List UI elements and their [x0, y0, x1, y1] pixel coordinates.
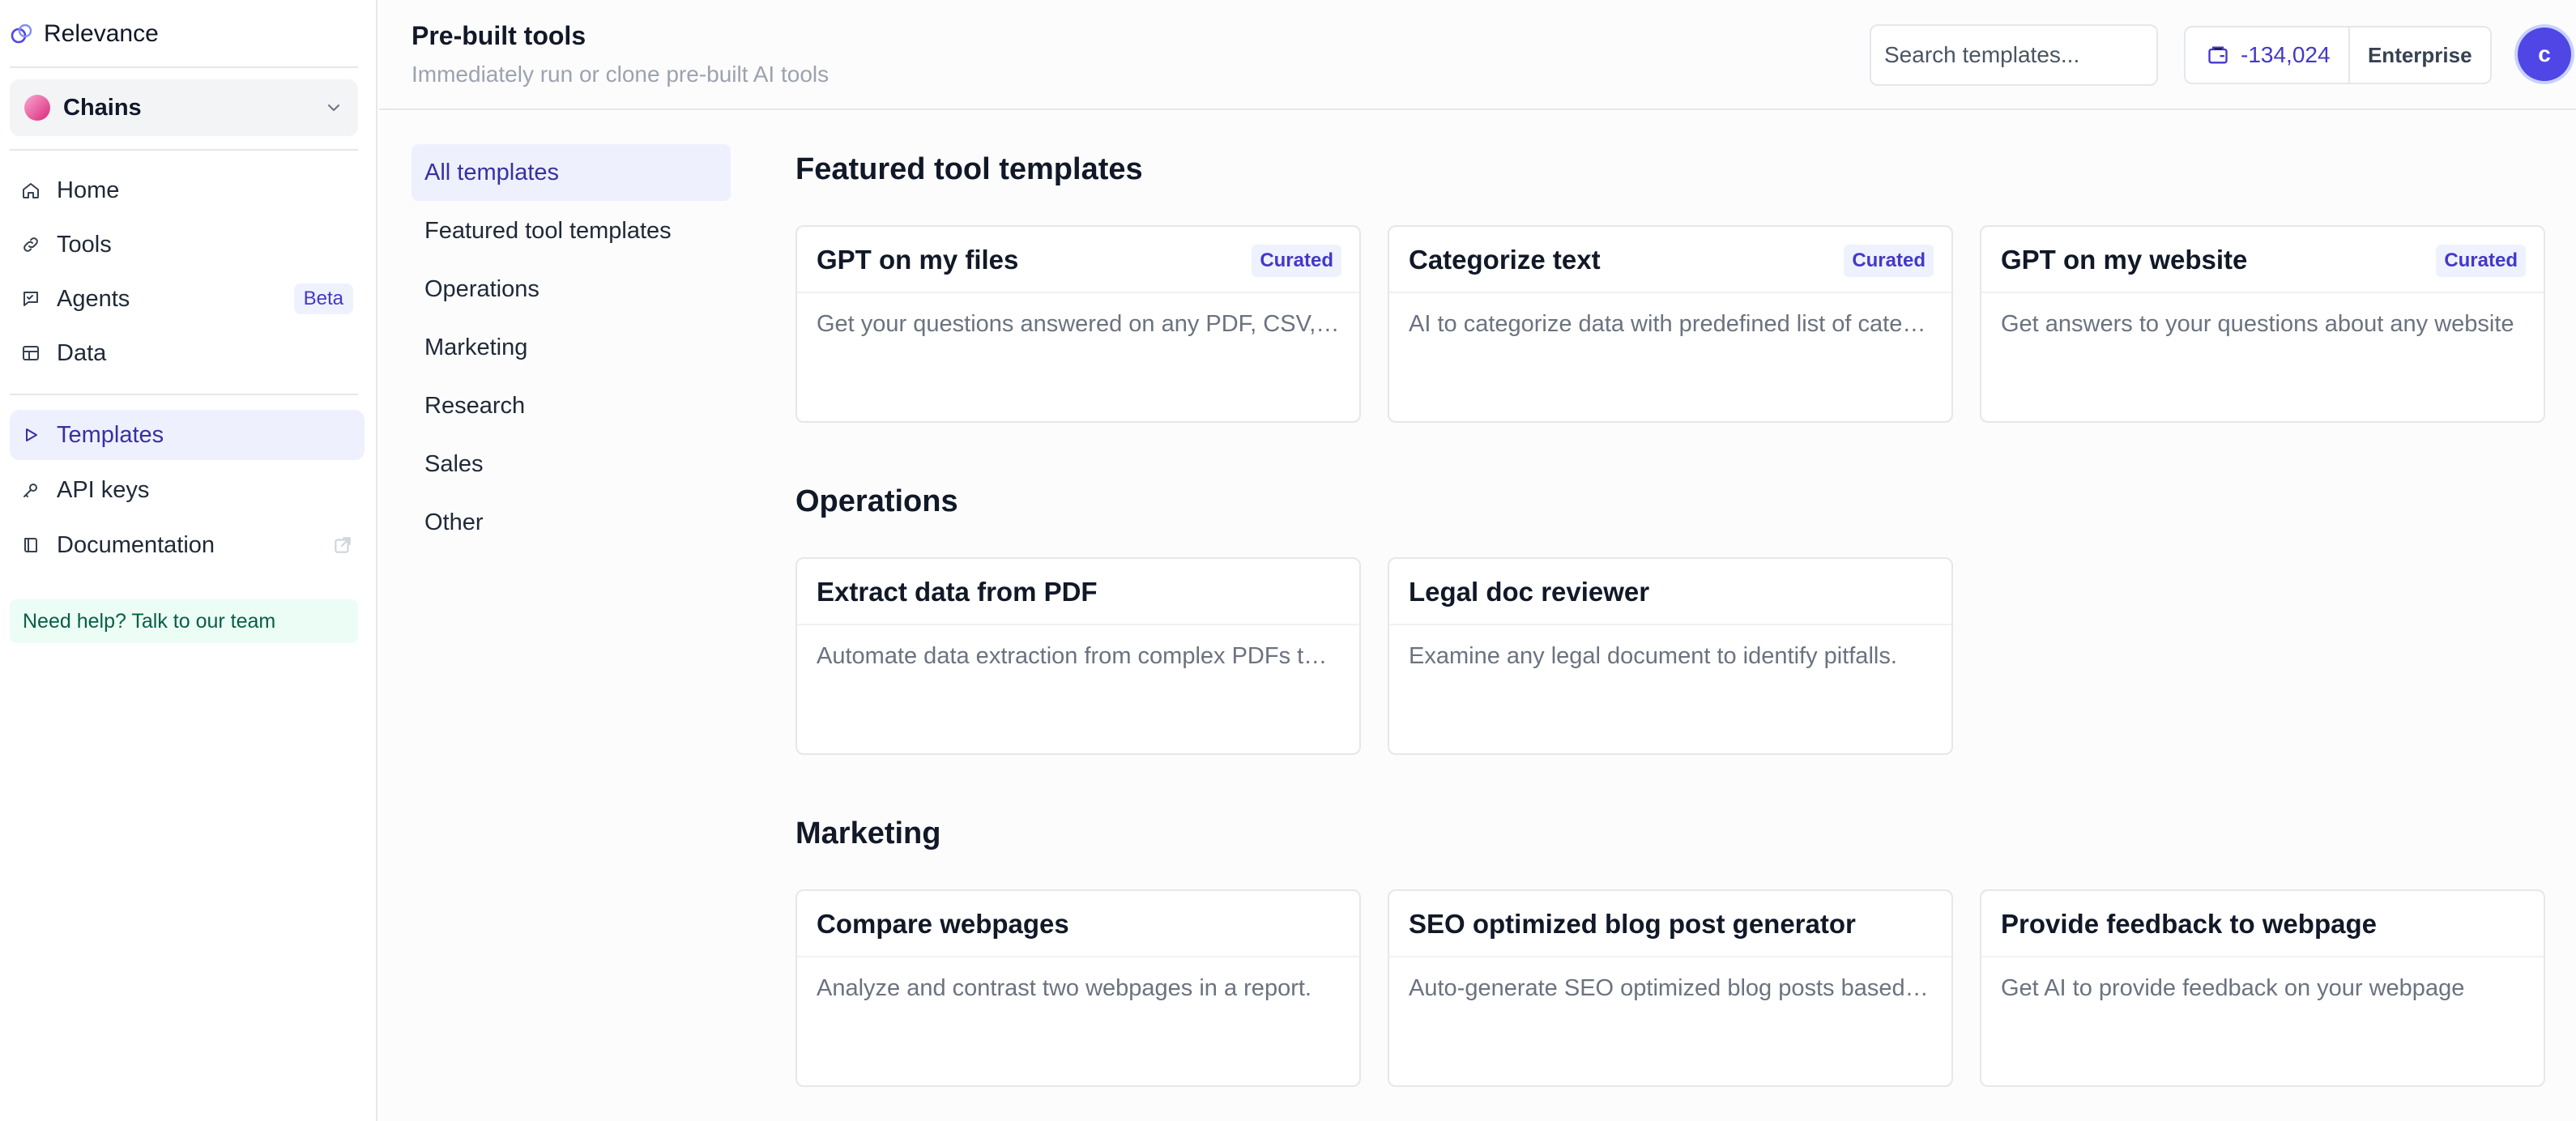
card-divider [797, 292, 1359, 293]
project-avatar-icon [24, 95, 50, 121]
nav-label: API keys [57, 476, 150, 503]
page-subtitle: Immediately run or clone pre-built AI to… [412, 62, 830, 87]
card-divider [797, 624, 1359, 625]
project-name: Chains [63, 94, 142, 121]
category-sales[interactable]: Sales [412, 436, 731, 492]
card-description: Examine any legal document to identify p… [1409, 643, 1897, 669]
card-description: Get your questions answered on any PDF, … [817, 311, 1340, 337]
credits-amount: -134,024 [2241, 42, 2331, 67]
project-selector[interactable]: Chains [10, 79, 358, 136]
relevance-logo-icon [11, 23, 32, 44]
external-link-icon [335, 537, 351, 553]
card-divider [1389, 956, 1951, 957]
nav-label: Documentation [57, 531, 215, 558]
chat-icon [23, 292, 38, 306]
nav-label: Home [57, 177, 120, 203]
nav-label: Agents [57, 285, 130, 312]
user-avatar[interactable]: c [2518, 28, 2571, 81]
nav-item-documentation[interactable]: Documentation [10, 520, 365, 570]
credits-widget[interactable]: -134,024 Enterprise [2184, 26, 2492, 84]
category-operations[interactable]: Operations [412, 261, 731, 318]
curated-badge: Curated [1844, 245, 1934, 277]
card-title: SEO optimized blog post generator [1409, 909, 1856, 939]
page-header: Pre-built tools Immediately run or clone… [379, 0, 2576, 110]
key-icon [23, 484, 37, 497]
page-title: Pre-built tools [412, 21, 586, 50]
card-description: Auto-generate SEO optimized blog posts b… [1409, 975, 1932, 1001]
category-research[interactable]: Research [412, 377, 731, 434]
card-divider [1981, 956, 2544, 957]
book-icon [24, 538, 37, 552]
card-divider [1389, 624, 1951, 625]
card-description: Automate data extraction from complex PD… [817, 643, 1340, 669]
template-card[interactable]: Categorize text Curated AI to categorize… [1388, 225, 1953, 423]
table-icon [23, 346, 39, 360]
card-title: Extract data from PDF [817, 577, 1098, 607]
card-title: Categorize text [1409, 245, 1601, 275]
curated-badge: Curated [2436, 245, 2526, 277]
category-other[interactable]: Other [412, 494, 731, 551]
nav-item-templates[interactable]: Templates [10, 410, 365, 460]
section-title-operations: Operations [795, 484, 958, 518]
template-card[interactable]: Extract data from PDF Automate data extr… [795, 557, 1361, 755]
nav-label: Tools [57, 231, 112, 258]
template-card[interactable]: Legal doc reviewer Examine any legal doc… [1388, 557, 1953, 755]
card-title: Provide feedback to webpage [2001, 909, 2377, 939]
home-icon [23, 183, 39, 198]
nav-item-api-keys[interactable]: API keys [10, 465, 365, 515]
chevron-down-icon [328, 104, 339, 111]
search-input[interactable] [1870, 24, 2158, 86]
nav-label: Data [57, 339, 107, 366]
play-icon [26, 428, 37, 441]
help-contact-link[interactable]: Need help? Talk to our team [10, 599, 358, 643]
plan-label[interactable]: Enterprise [2350, 28, 2490, 83]
card-title: Legal doc reviewer [1409, 577, 1650, 607]
brand-name: Relevance [44, 20, 159, 47]
sidebar: Relevance Chains Home Tools Agents Beta [0, 0, 377, 1121]
nav-item-agents[interactable]: Agents Beta [10, 274, 365, 324]
nav-item-data[interactable]: Data [10, 328, 365, 378]
divider [10, 149, 358, 151]
curated-badge: Curated [1252, 245, 1341, 277]
category-featured[interactable]: Featured tool templates [412, 202, 731, 259]
card-title: GPT on my files [817, 245, 1019, 275]
nav-item-tools[interactable]: Tools [10, 220, 365, 270]
card-title: GPT on my website [2001, 245, 2248, 275]
template-card[interactable]: GPT on my website Curated Get answers to… [1980, 225, 2545, 423]
beta-badge: Beta [293, 283, 353, 314]
card-description: Get answers to your questions about any … [2001, 311, 2514, 337]
divider [10, 66, 358, 68]
divider [10, 394, 358, 395]
template-card[interactable]: Provide feedback to webpage Get AI to pr… [1980, 889, 2545, 1087]
category-all-templates[interactable]: All templates [412, 144, 731, 201]
brand[interactable]: Relevance [10, 18, 159, 50]
card-divider [1981, 292, 2544, 293]
nav-item-home[interactable]: Home [10, 165, 365, 215]
card-title: Compare webpages [817, 909, 1069, 939]
section-title-featured: Featured tool templates [795, 152, 1143, 186]
wallet-icon [2208, 46, 2228, 64]
template-card[interactable]: Compare webpages Analyze and contrast tw… [795, 889, 1361, 1087]
card-divider [1389, 292, 1951, 293]
template-card[interactable]: GPT on my files Curated Get your questio… [795, 225, 1361, 423]
section-title-marketing: Marketing [795, 816, 941, 850]
card-description: AI to categorize data with predefined li… [1409, 311, 1932, 337]
template-card[interactable]: SEO optimized blog post generator Auto-g… [1388, 889, 1953, 1087]
nav-label: Templates [57, 421, 164, 448]
card-description: Analyze and contrast two webpages in a r… [817, 975, 1311, 1001]
credits-balance[interactable]: -134,024 [2186, 28, 2350, 83]
link-icon [23, 237, 38, 252]
card-divider [797, 956, 1359, 957]
category-marketing[interactable]: Marketing [412, 319, 731, 376]
card-description: Get AI to provide feedback on your webpa… [2001, 975, 2465, 1001]
